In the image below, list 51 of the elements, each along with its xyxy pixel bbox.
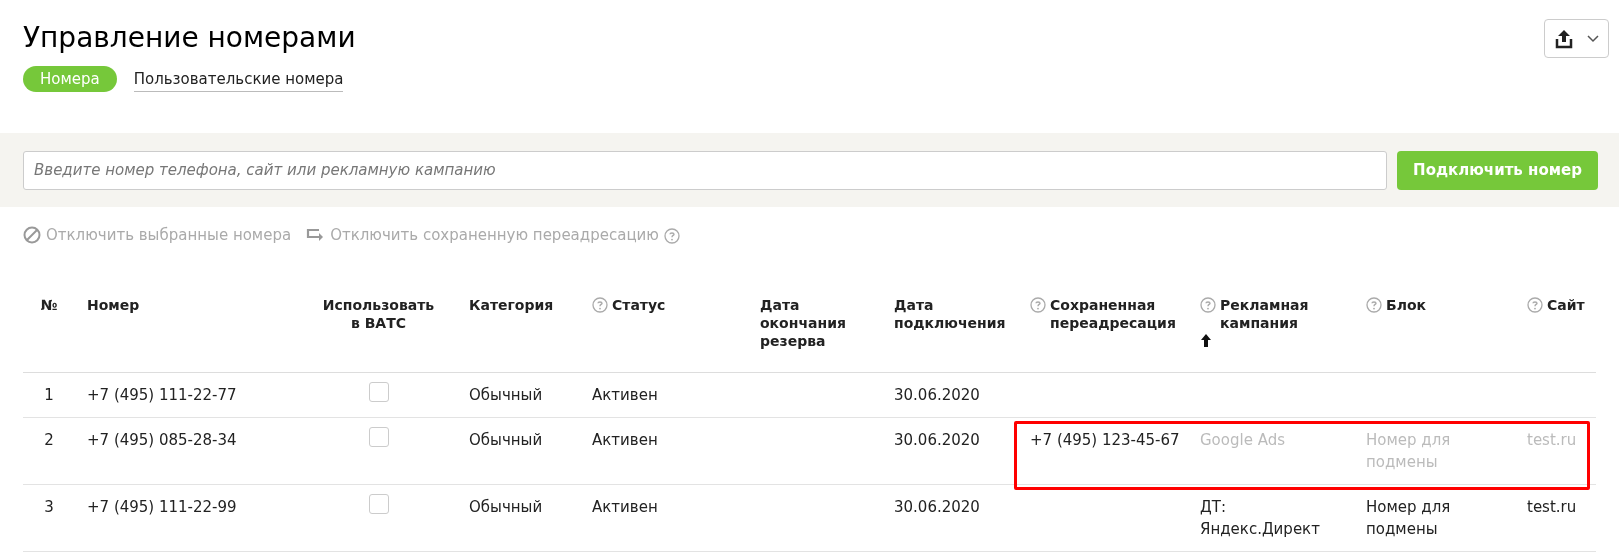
table-cell: test.ru: [1527, 431, 1577, 449]
search-field[interactable]: Введите номер телефона, сайт или рекламную кампанию: [23, 150, 1387, 190]
export-button[interactable]: [1544, 19, 1609, 58]
help-icon[interactable]: [663, 227, 680, 244]
column-header[interactable]: Сайт: [1547, 296, 1585, 314]
table-cell: 30.06.2020: [894, 386, 980, 404]
column-header[interactable]: Дата подключения: [894, 296, 1018, 332]
column-header[interactable]: Рекламная кампания: [1220, 296, 1330, 332]
phone-number: +7 (495) 111-22-99: [87, 498, 237, 516]
column-header[interactable]: Сохраненная переадресация: [1050, 296, 1176, 332]
help-icon[interactable]: [592, 297, 608, 313]
checkbox[interactable]: [368, 494, 389, 514]
column-header[interactable]: Блок: [1386, 296, 1427, 314]
column-header[interactable]: Номер: [87, 296, 140, 314]
redirect-arrow-icon: [305, 227, 326, 243]
checkbox[interactable]: [368, 427, 389, 447]
column-header[interactable]: Категория: [469, 296, 554, 314]
table-cell: Активен: [592, 498, 658, 516]
column-header[interactable]: Дата окончания резерва: [760, 296, 882, 350]
row-number: 1: [44, 385, 54, 406]
checkbox[interactable]: [368, 382, 389, 402]
prohibited-icon: [23, 226, 41, 244]
arrow-up-icon[interactable]: [1200, 334, 1212, 347]
table-cell: Обычный: [469, 386, 543, 404]
tab[interactable]: Пользовательские номера: [133, 66, 344, 92]
phone-number: +7 (495) 123-45-67: [1030, 431, 1180, 449]
help-icon[interactable]: [1200, 297, 1216, 313]
page-title: Управление номерами: [23, 20, 356, 56]
phone-number: +7 (495) 085-28-34: [87, 431, 237, 449]
table-cell: Активен: [592, 386, 658, 404]
upload-icon: [1554, 28, 1573, 49]
row-number: 2: [44, 430, 54, 451]
table-cell: Номер для подмены: [1366, 498, 1451, 538]
table-cell: Номер для подмены: [1366, 431, 1451, 471]
chevron-down-icon: [1586, 34, 1599, 43]
phone-number: +7 (495) 111-22-77: [87, 386, 237, 404]
table-cell: Обычный: [469, 431, 543, 449]
table-cell: Обычный: [469, 498, 543, 516]
table-cell: Активен: [592, 431, 658, 449]
table-cell: ДТ: Яндекс.Директ: [1200, 498, 1320, 538]
column-header[interactable]: №: [40, 296, 58, 314]
row-number: 3: [44, 497, 54, 518]
table-cell: 30.06.2020: [894, 431, 980, 449]
help-icon[interactable]: [1030, 297, 1046, 313]
table-cell: Google Ads: [1200, 431, 1285, 449]
table-cell: test.ru: [1527, 498, 1577, 516]
column-header[interactable]: Использовать в ВАТС: [318, 296, 439, 332]
column-header[interactable]: Статус: [612, 296, 666, 314]
help-icon[interactable]: [1527, 297, 1543, 313]
help-icon[interactable]: [1366, 297, 1382, 313]
table-cell: 30.06.2020: [894, 498, 980, 516]
